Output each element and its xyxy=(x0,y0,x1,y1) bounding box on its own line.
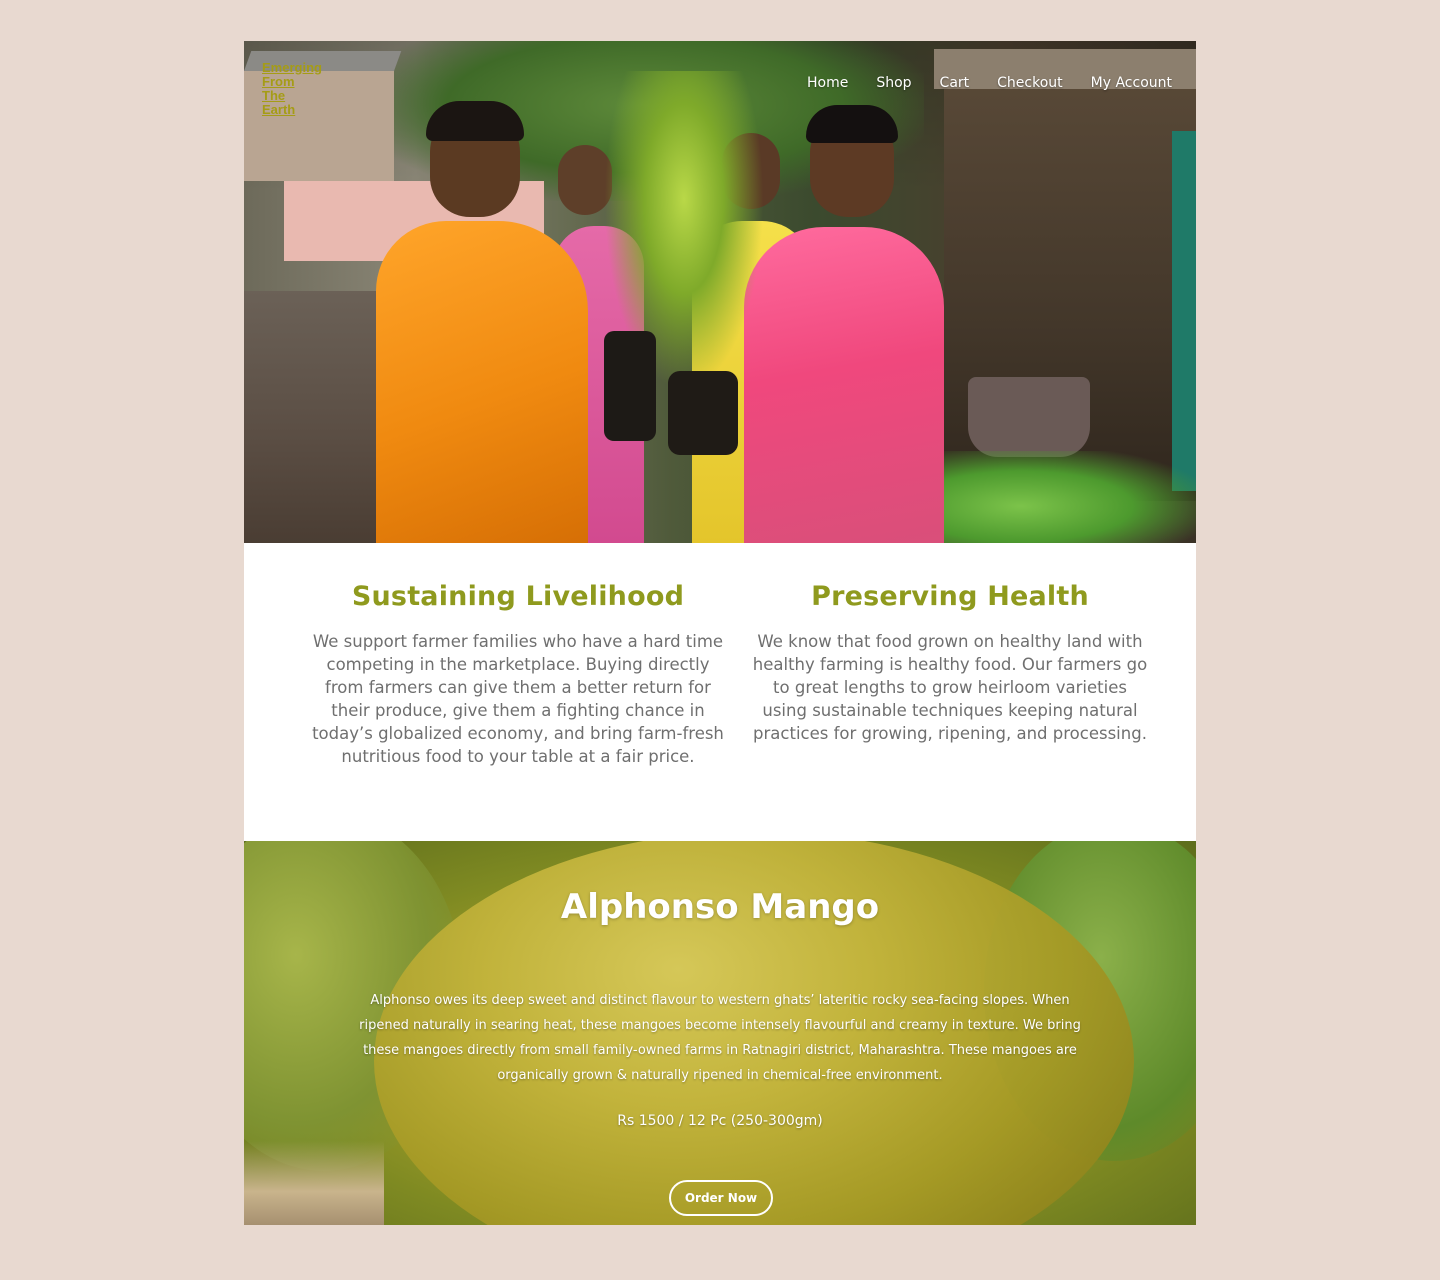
intro-section: Sustaining Livelihood We support farmer … xyxy=(244,543,1196,841)
site-logo[interactable]: Emerging From The Earth xyxy=(262,61,342,117)
nav-my-account[interactable]: My Account xyxy=(1091,75,1172,91)
product-description: Alphonso owes its deep sweet and distinc… xyxy=(359,993,1081,1083)
hero-plant-pot xyxy=(604,331,656,441)
nav-cart[interactable]: Cart xyxy=(940,75,970,91)
hero-section: Emerging From The Earth Home Shop Cart C… xyxy=(244,41,1196,543)
logo-line: From xyxy=(262,74,295,89)
health-column: Preserving Health We know that food grow… xyxy=(750,581,1150,745)
hero-tub xyxy=(968,377,1090,457)
nav-checkout[interactable]: Checkout xyxy=(997,75,1063,91)
hero-green-curtain xyxy=(1172,131,1196,491)
hero-seedlings xyxy=(904,451,1196,543)
product-price: Rs 1500 / 12 Pc (250-300gm) xyxy=(617,1113,823,1129)
livelihood-text: We support farmer families who have a ha… xyxy=(312,632,724,766)
product-title: Alphonso Mango xyxy=(560,887,880,927)
livelihood-title: Sustaining Livelihood xyxy=(351,581,685,612)
page-container: Emerging From The Earth Home Shop Cart C… xyxy=(244,41,1196,1225)
nav-shop[interactable]: Shop xyxy=(876,75,911,91)
logo-line: The xyxy=(262,88,286,103)
main-nav: Home Shop Cart Checkout My Account xyxy=(807,75,1172,91)
livelihood-column: Sustaining Livelihood We support farmer … xyxy=(310,581,726,768)
hero-plant-pot xyxy=(668,371,738,455)
health-title: Preserving Health xyxy=(811,581,1089,612)
straw-background xyxy=(244,1141,384,1225)
logo-line: Earth xyxy=(262,102,296,117)
order-now-button[interactable]: Order Now xyxy=(669,1180,773,1216)
logo-line: Emerging xyxy=(262,60,322,75)
nav-home[interactable]: Home xyxy=(807,75,848,91)
product-section: Alphonso Mango Alphonso owes its deep sw… xyxy=(244,841,1196,1225)
health-text: We know that food grown on healthy land … xyxy=(752,632,1148,743)
